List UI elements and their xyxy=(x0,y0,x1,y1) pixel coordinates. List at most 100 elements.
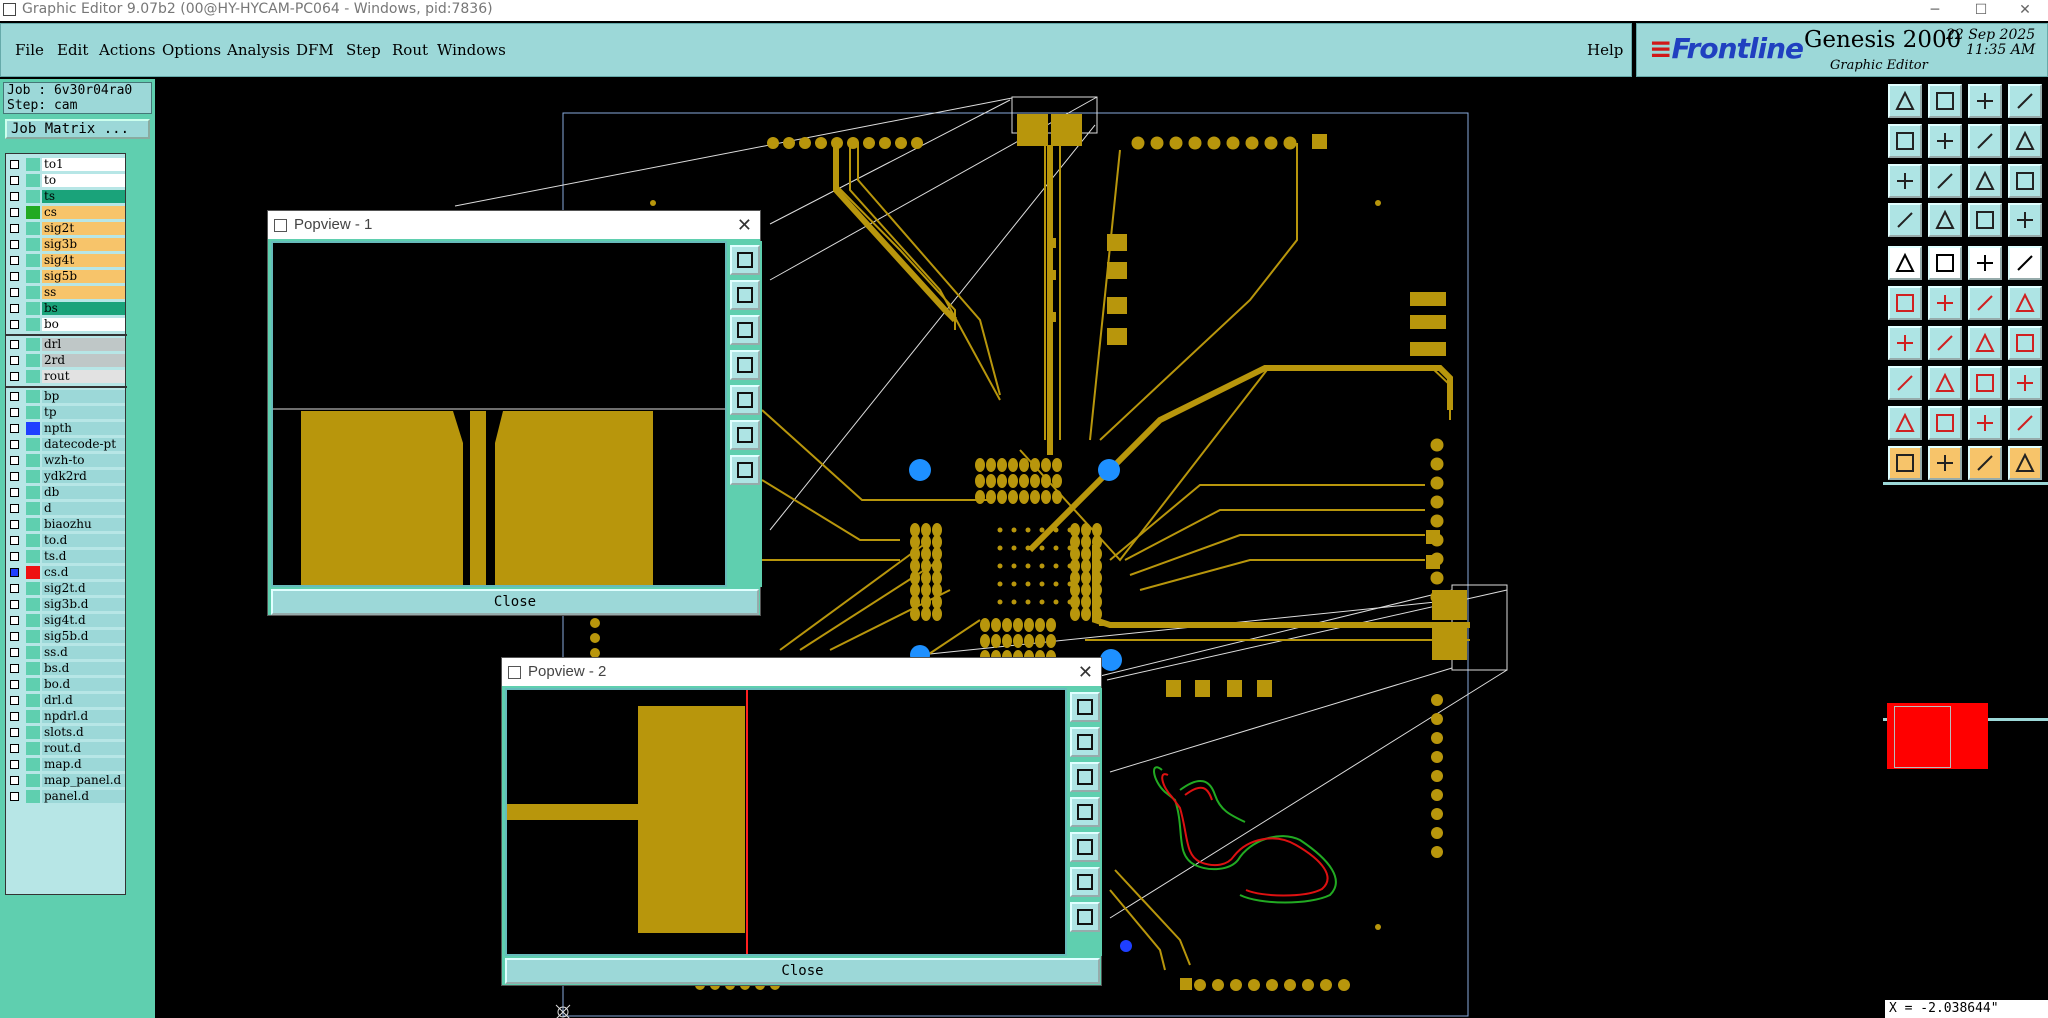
layer-affected-checkbox[interactable] xyxy=(10,696,19,705)
layer-affected-checkbox[interactable] xyxy=(10,792,19,801)
layer-color-swatch[interactable] xyxy=(26,486,40,499)
close-window-button[interactable]: ✕ xyxy=(2002,0,2048,21)
popview-1-tool-button-4[interactable] xyxy=(730,350,760,380)
layer-color-swatch[interactable] xyxy=(26,742,40,755)
layer-color-swatch[interactable] xyxy=(26,406,40,419)
popview-1-close-button[interactable]: Close xyxy=(271,589,759,615)
layer-affected-checkbox[interactable] xyxy=(10,340,19,349)
menu-edit[interactable]: Edit xyxy=(57,41,88,59)
layer-affected-checkbox[interactable] xyxy=(10,372,19,381)
layer-color-swatch[interactable] xyxy=(26,302,40,315)
layer-affected-checkbox[interactable] xyxy=(10,272,19,281)
select-step-tool-button[interactable] xyxy=(2008,446,2042,480)
popview-1-tool-button-5[interactable] xyxy=(730,385,760,415)
layer-affected-checkbox[interactable] xyxy=(10,160,19,169)
hline-tool-button[interactable] xyxy=(1928,366,1962,400)
popview-2-tool-button-7[interactable] xyxy=(1070,902,1100,932)
layer-row-ydk2rd[interactable]: ydk2rd xyxy=(6,469,127,485)
layer-row-ts-d[interactable]: ts.d xyxy=(6,549,127,565)
rotate-tool-button[interactable] xyxy=(1968,326,2002,360)
help-tool-button[interactable] xyxy=(2008,164,2042,198)
layer-color-swatch[interactable] xyxy=(26,422,40,435)
layer-row-tp[interactable]: tp xyxy=(6,405,127,421)
layer-color-swatch[interactable] xyxy=(26,354,40,367)
layer-row-bo-d[interactable]: bo.d xyxy=(6,677,127,693)
layer-row-sig5b[interactable]: sig5b xyxy=(6,269,127,285)
layer-color-swatch[interactable] xyxy=(26,438,40,451)
layer-color-swatch[interactable] xyxy=(26,774,40,787)
layer-row-sig2t-d[interactable]: sig2t.d xyxy=(6,581,127,597)
layer-affected-checkbox[interactable] xyxy=(10,552,19,561)
popview-2-titlebar[interactable]: Popview - 2 ✕ xyxy=(502,658,1101,686)
layer-affected-checkbox[interactable] xyxy=(10,440,19,449)
popview-1-tool-button-1[interactable] xyxy=(730,245,760,275)
split-tool-button[interactable] xyxy=(2008,326,2042,360)
layer-color-swatch[interactable] xyxy=(26,318,40,331)
popview-2-canvas[interactable] xyxy=(505,688,1067,956)
popview-2-tool-button-1[interactable] xyxy=(1070,692,1100,722)
add-pad-tool-button[interactable] xyxy=(1888,246,1922,280)
angle-tool-button[interactable] xyxy=(1888,326,1922,360)
layer-row-bs[interactable]: bs xyxy=(6,301,127,317)
layer-row-drl[interactable]: drl xyxy=(6,337,127,353)
house-tool-button[interactable] xyxy=(1968,84,2002,118)
slope-tool-button[interactable] xyxy=(1928,326,1962,360)
select-tool-button[interactable] xyxy=(1888,446,1922,480)
layer-color-swatch[interactable] xyxy=(26,270,40,283)
popview-2-tool-button-2[interactable] xyxy=(1070,727,1100,757)
popview-1-tool-button-2[interactable] xyxy=(730,280,760,310)
layer-affected-checkbox[interactable] xyxy=(10,320,19,329)
grid-toggle-tool-button[interactable] xyxy=(1928,203,1962,237)
layer-color-swatch[interactable] xyxy=(26,502,40,515)
layer-affected-checkbox[interactable] xyxy=(10,760,19,769)
layer-affected-checkbox[interactable] xyxy=(10,648,19,657)
layer-row-d[interactable]: d xyxy=(6,501,127,517)
layer-color-swatch[interactable] xyxy=(26,518,40,531)
layer-row-to1[interactable]: to1 xyxy=(6,157,127,173)
menu-step[interactable]: Step xyxy=(346,41,381,59)
layer-color-swatch[interactable] xyxy=(26,190,40,203)
layer-row-biaozhu[interactable]: biaozhu xyxy=(6,517,127,533)
snap-tool-button[interactable] xyxy=(2008,124,2042,158)
layer-affected-checkbox[interactable] xyxy=(10,664,19,673)
layer-affected-checkbox[interactable] xyxy=(10,424,19,433)
layer-row-map-panel-d[interactable]: map_panel.d xyxy=(6,773,127,789)
layer-color-swatch[interactable] xyxy=(26,630,40,643)
layer-affected-checkbox[interactable] xyxy=(10,680,19,689)
layer-affected-checkbox[interactable] xyxy=(10,472,19,481)
pan-tool-button[interactable] xyxy=(1888,164,1922,198)
draw-tool-button[interactable] xyxy=(1928,246,1962,280)
layer-affected-checkbox[interactable] xyxy=(10,256,19,265)
home-tool-button[interactable] xyxy=(1888,84,1922,118)
layer-row-ss[interactable]: ss xyxy=(6,285,127,301)
popview-2-window[interactable]: Popview - 2 ✕ Close xyxy=(501,657,1102,986)
layer-color-swatch[interactable] xyxy=(26,598,40,611)
popview-1-tool-button-6[interactable] xyxy=(730,420,760,450)
measure-tool-button[interactable] xyxy=(1888,203,1922,237)
dim-tool-button[interactable] xyxy=(1968,366,2002,400)
maximize-button[interactable]: ☐ xyxy=(1958,0,2004,21)
layer-row-sig4t-d[interactable]: sig4t.d xyxy=(6,613,127,629)
popview-1-close-icon[interactable]: ✕ xyxy=(737,211,752,239)
layer-color-swatch[interactable] xyxy=(26,238,40,251)
layer-color-swatch[interactable] xyxy=(26,726,40,739)
layer-row-ss-d[interactable]: ss.d xyxy=(6,645,127,661)
layer-affected-checkbox[interactable] xyxy=(10,632,19,641)
layer-affected-checkbox[interactable] xyxy=(10,408,19,417)
layer-affected-checkbox[interactable] xyxy=(10,288,19,297)
select-box-tool-button[interactable] xyxy=(1968,446,2002,480)
minimize-button[interactable]: ─ xyxy=(1912,0,1958,21)
layer-affected-checkbox[interactable] xyxy=(10,356,19,365)
popview-2-tool-button-4[interactable] xyxy=(1070,797,1100,827)
probe-alt-tool-button[interactable] xyxy=(2008,203,2042,237)
layer-affected-checkbox[interactable] xyxy=(10,520,19,529)
layer-affected-checkbox[interactable] xyxy=(10,192,19,201)
layer-row-npdrl-d[interactable]: npdrl.d xyxy=(6,709,127,725)
group-tool-button[interactable] xyxy=(2008,366,2042,400)
zoom-in-tool-button[interactable] xyxy=(1888,124,1922,158)
probe-tool-button[interactable] xyxy=(1968,203,2002,237)
job-matrix-button[interactable]: Job Matrix ... xyxy=(5,119,150,139)
layer-row-slots-d[interactable]: slots.d xyxy=(6,725,127,741)
snap-point-tool-button[interactable] xyxy=(1888,366,1922,400)
menu-file[interactable]: File xyxy=(15,41,44,59)
